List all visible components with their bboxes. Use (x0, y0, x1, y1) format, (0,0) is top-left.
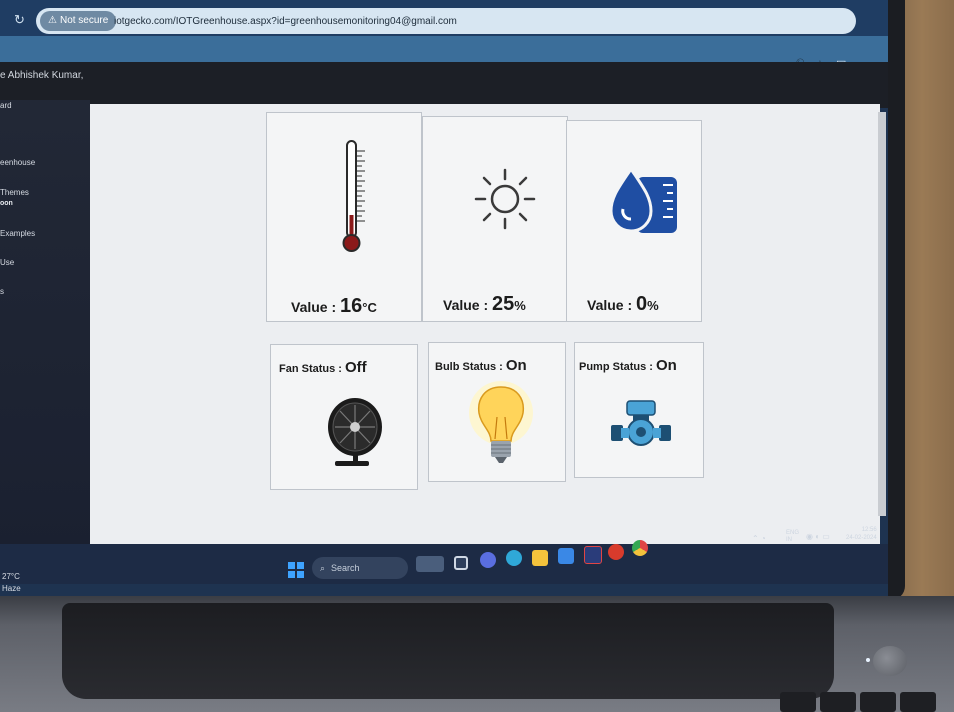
chat-icon[interactable] (480, 552, 496, 568)
start-button[interactable] (288, 562, 304, 578)
bulb-status-label: Bulb Status : (435, 361, 506, 373)
bulb-status-value: On (505, 357, 527, 374)
taskbar (0, 544, 888, 584)
fan-status-label: Fan Status : (279, 363, 346, 375)
office-icon[interactable] (608, 544, 624, 560)
water-level-unit: % (647, 298, 659, 313)
language-indicator[interactable]: ENG IN (786, 530, 799, 544)
pump-icon (611, 400, 671, 446)
keyboard-key[interactable] (900, 692, 936, 712)
start-icon-q2 (297, 562, 304, 569)
keyboard-key[interactable] (860, 692, 896, 712)
light-value: Value : 25% (443, 293, 526, 316)
not-secure-badge[interactable]: ⚠ Not secure (40, 11, 117, 31)
taskbar-search-placeholder: Search (331, 563, 360, 573)
light-unit: % (514, 298, 526, 313)
bulb-status: Bulb Status : On (435, 357, 527, 374)
water-level-value: Value : 0% (587, 293, 659, 316)
search-icon: ⌕ (320, 563, 326, 573)
water-level-icon (609, 166, 677, 233)
pump-status-label: Pump Status : (579, 361, 657, 373)
sidebar-item-greenhouse[interactable]: eenhouse (0, 158, 35, 167)
network-volume-battery-icons[interactable]: ◉ ◐ ▭ (806, 532, 830, 541)
temperature-unit: °C (362, 300, 377, 315)
sun-icon (474, 168, 536, 230)
laptop-lid: ↻ ⚠ Not secure iotgecko.com/IOTGreenhouse… (0, 0, 905, 600)
bulb-status-card: Bulb Status : On (428, 342, 566, 482)
keyboard-key[interactable] (820, 692, 856, 712)
temperature-label: Value : (291, 299, 341, 315)
reload-icon[interactable]: ↻ (14, 12, 25, 28)
light-card: Value : 25% (422, 116, 568, 322)
url-field[interactable]: ↻ ⚠ Not secure iotgecko.com/IOTGreenhouse… (14, 8, 856, 34)
clock-time: 12:56 (861, 527, 877, 533)
not-secure-label: Not secure (59, 15, 109, 26)
fan-status-card: Fan Status : Off (270, 344, 418, 490)
page-header (0, 62, 888, 108)
task-view-icon[interactable] (454, 556, 468, 570)
welcome-text: e Abhishek Kumar, (0, 70, 84, 81)
language-bottom: IN (786, 537, 792, 543)
pump-status-value: On (656, 357, 677, 374)
sidebar-item-themes[interactable]: Themes (0, 188, 29, 197)
fan-status: Fan Status : Off (279, 359, 367, 376)
start-icon-q3 (288, 571, 295, 578)
water-level-card: Value : 0% (566, 120, 702, 322)
light-bulb-icon (469, 381, 533, 463)
app-icon[interactable] (584, 546, 602, 564)
sidebar-item-extra[interactable]: s (0, 287, 4, 296)
power-button[interactable] (873, 646, 907, 676)
taskbar-clock[interactable]: 12:56 24-02-2024 (846, 526, 877, 542)
fan-icon (328, 398, 382, 466)
water-level-number: 0 (636, 293, 648, 315)
thermometer-icon (342, 140, 365, 252)
file-explorer-icon[interactable] (532, 550, 548, 566)
light-number: 25 (492, 293, 515, 315)
warning-icon: ⚠ (48, 15, 57, 26)
sidebar-item-examples[interactable]: Examples (0, 229, 35, 238)
laptop-hinge (62, 603, 834, 699)
edge-browser-icon[interactable] (506, 550, 522, 566)
widgets-icon[interactable] (416, 556, 444, 572)
sidebar-item-themes-badge: oon (0, 200, 13, 207)
laptop-screen: ↻ ⚠ Not secure iotgecko.com/IOTGreenhouse… (0, 0, 888, 596)
start-icon (288, 562, 295, 569)
sidebar-item-use[interactable]: Use (0, 258, 14, 267)
start-icon-q4 (297, 571, 304, 578)
pump-status-card: Pump Status : On (574, 342, 704, 478)
pump-status: Pump Status : On (579, 357, 677, 374)
temperature-value: Value : 16°C (291, 295, 377, 318)
fan-status-value: Off (345, 359, 367, 376)
store-icon[interactable] (558, 548, 574, 564)
sidebar: ard eenhouse Themes oon Examples Use s (0, 100, 90, 566)
water-level-label: Value : (587, 297, 637, 313)
temperature-number: 16 (340, 295, 363, 317)
page-scrollbar[interactable] (878, 112, 886, 516)
language-top: ENG (786, 530, 800, 536)
weather-description: Haze (2, 584, 21, 593)
keyboard-key[interactable] (780, 692, 816, 712)
power-led (866, 658, 870, 662)
system-tray-icons[interactable]: ⌃ ◔ (752, 534, 766, 543)
temperature-card: Value : 16°C (266, 112, 422, 322)
sidebar-item-dashboard[interactable]: ard (0, 101, 12, 110)
weather-temperature[interactable]: 27°C (2, 572, 20, 581)
taskbar-search[interactable]: ⌕ Search (312, 557, 408, 579)
url-text: iotgecko.com/IOTGreenhouse.aspx?id=green… (114, 16, 457, 27)
clock-date: 24-02-2024 (846, 535, 877, 541)
chrome-icon[interactable] (632, 540, 648, 556)
light-label: Value : (443, 297, 493, 313)
